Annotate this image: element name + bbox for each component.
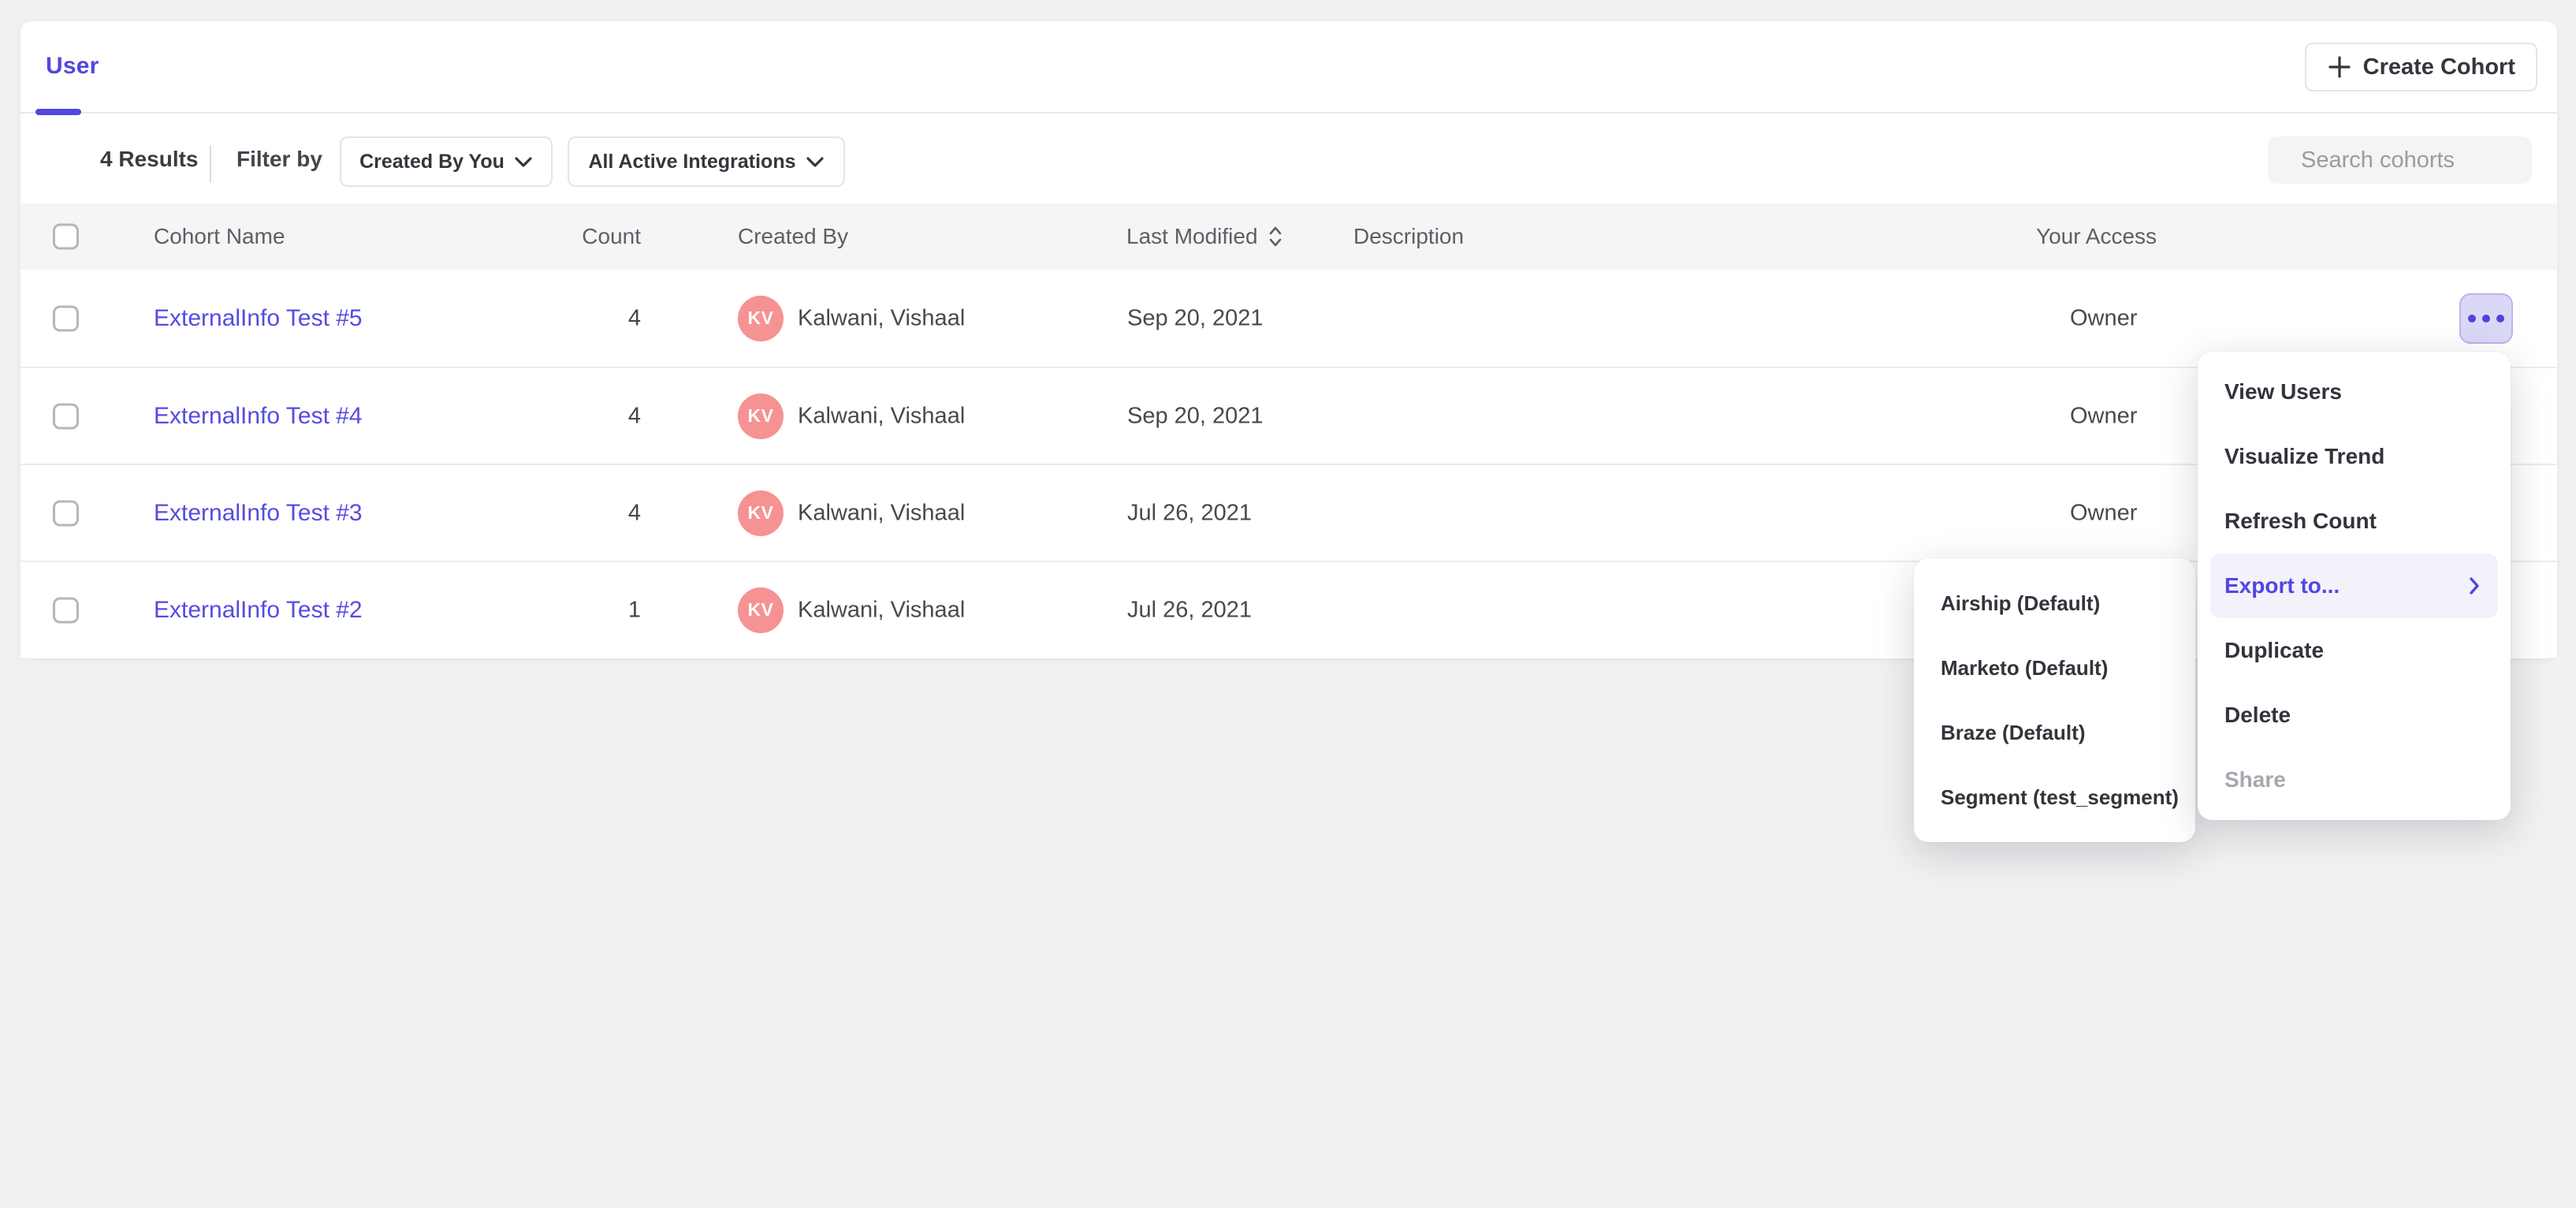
- header-your-access: Your Access: [2036, 224, 2157, 249]
- tab-active-underline: [35, 109, 81, 115]
- header-cohort-name: Cohort Name: [154, 224, 285, 249]
- menu-item-visualize-trend[interactable]: Visualize Trend: [2198, 424, 2511, 489]
- ellipsis-icon: [2468, 315, 2476, 323]
- last-modified-date: Sep 20, 2021: [1127, 305, 1264, 331]
- menu-item-view-users[interactable]: View Users: [2198, 360, 2511, 424]
- checkbox-icon: [53, 305, 79, 331]
- cohort-name-link[interactable]: ExternalInfo Test #2: [154, 597, 363, 624]
- submenu-item-marketo[interactable]: Marketo (Default): [1914, 636, 2195, 700]
- chevron-down-icon: [514, 156, 533, 168]
- row-actions-button[interactable]: [2459, 293, 2513, 344]
- header-created-by: Created By: [738, 224, 848, 249]
- cohort-name-link[interactable]: ExternalInfo Test #5: [154, 305, 363, 332]
- integrations-dropdown-value: All Active Integrations: [588, 151, 795, 173]
- search-input[interactable]: [2301, 147, 2576, 173]
- create-cohort-label: Create Cohort: [2363, 54, 2515, 80]
- last-modified-date: Sep 20, 2021: [1127, 403, 1264, 429]
- avatar: KV: [738, 587, 784, 633]
- created-by-dropdown[interactable]: Created By You: [340, 136, 553, 187]
- checkbox-icon: [53, 403, 79, 429]
- search-box: [2268, 136, 2532, 184]
- menu-item-export-to[interactable]: Export to...: [2210, 554, 2498, 618]
- sort-icon: [1268, 225, 1283, 248]
- vertical-divider: [210, 145, 211, 183]
- avatar: KV: [738, 490, 784, 536]
- cohort-name-link[interactable]: ExternalInfo Test #4: [154, 403, 363, 430]
- cohorts-page: { "tabs": { "user": "User" }, "header": …: [0, 0, 2576, 1208]
- table-row: ExternalInfo Test #4 4 KV Kalwani, Visha…: [20, 367, 2557, 464]
- created-by-name: Kalwani, Vishaal: [798, 403, 965, 429]
- cohort-count: 4: [628, 403, 641, 429]
- table-row: ExternalInfo Test #3 4 KV Kalwani, Visha…: [20, 464, 2557, 561]
- row-checkbox[interactable]: [53, 597, 79, 623]
- created-by-name: Kalwani, Vishaal: [798, 597, 965, 623]
- tab-user-label: User: [46, 53, 99, 79]
- checkbox-icon: [53, 500, 79, 526]
- last-modified-date: Jul 26, 2021: [1127, 500, 1252, 526]
- plus-icon: [2327, 54, 2352, 80]
- submenu-item-segment[interactable]: Segment (test_segment): [1914, 765, 2195, 830]
- cohort-count: 4: [628, 500, 641, 526]
- chevron-down-icon: [806, 156, 825, 168]
- menu-item-duplicate[interactable]: Duplicate: [2198, 618, 2511, 683]
- table-row: ExternalInfo Test #5 4 KV Kalwani, Visha…: [20, 270, 2557, 367]
- avatar: KV: [738, 393, 784, 439]
- checkbox-icon: [53, 597, 79, 623]
- checkbox-icon: [53, 224, 79, 250]
- row-checkbox[interactable]: [53, 403, 79, 429]
- chevron-right-icon: [2468, 576, 2481, 596]
- menu-item-delete[interactable]: Delete: [2198, 683, 2511, 748]
- created-by-dropdown-value: Created By You: [359, 151, 504, 173]
- tab-user[interactable]: User: [46, 53, 99, 80]
- tab-bar: User Create Cohort: [20, 21, 2557, 114]
- integrations-dropdown[interactable]: All Active Integrations: [568, 136, 845, 187]
- access-value: Owner: [2070, 305, 2137, 331]
- menu-item-share: Share: [2198, 748, 2511, 812]
- export-submenu: Airship (Default) Marketo (Default) Braz…: [1914, 558, 2195, 842]
- cohort-count: 4: [628, 305, 641, 331]
- submenu-item-braze[interactable]: Braze (Default): [1914, 700, 2195, 765]
- row-checkbox[interactable]: [53, 305, 79, 331]
- access-value: Owner: [2070, 403, 2137, 429]
- table-header: Cohort Name Count Created By Last Modifi…: [20, 203, 2557, 270]
- created-by-name: Kalwani, Vishaal: [798, 305, 965, 331]
- row-actions-menu: View Users Visualize Trend Refresh Count…: [2198, 352, 2511, 820]
- header-count: Count: [582, 224, 641, 249]
- created-by-name: Kalwani, Vishaal: [798, 500, 965, 526]
- header-last-modified[interactable]: Last Modified: [1126, 224, 1283, 249]
- access-value: Owner: [2070, 500, 2137, 526]
- results-count: 4 Results: [100, 147, 199, 172]
- filter-by-label: Filter by: [236, 147, 322, 172]
- submenu-item-airship[interactable]: Airship (Default): [1914, 571, 2195, 636]
- header-description: Description: [1353, 224, 1464, 249]
- header-last-modified-label: Last Modified: [1126, 224, 1258, 249]
- filter-bar: 4 Results Filter by Created By You All A…: [20, 115, 2557, 203]
- select-all-checkbox[interactable]: [53, 224, 79, 250]
- create-cohort-button[interactable]: Create Cohort: [2305, 43, 2537, 91]
- row-checkbox[interactable]: [53, 500, 79, 526]
- last-modified-date: Jul 26, 2021: [1127, 597, 1252, 623]
- menu-item-refresh-count[interactable]: Refresh Count: [2198, 489, 2511, 554]
- menu-item-export-to-label: Export to...: [2224, 573, 2340, 598]
- cohort-name-link[interactable]: ExternalInfo Test #3: [154, 500, 363, 527]
- avatar: KV: [738, 296, 784, 341]
- cohort-count: 1: [628, 597, 641, 623]
